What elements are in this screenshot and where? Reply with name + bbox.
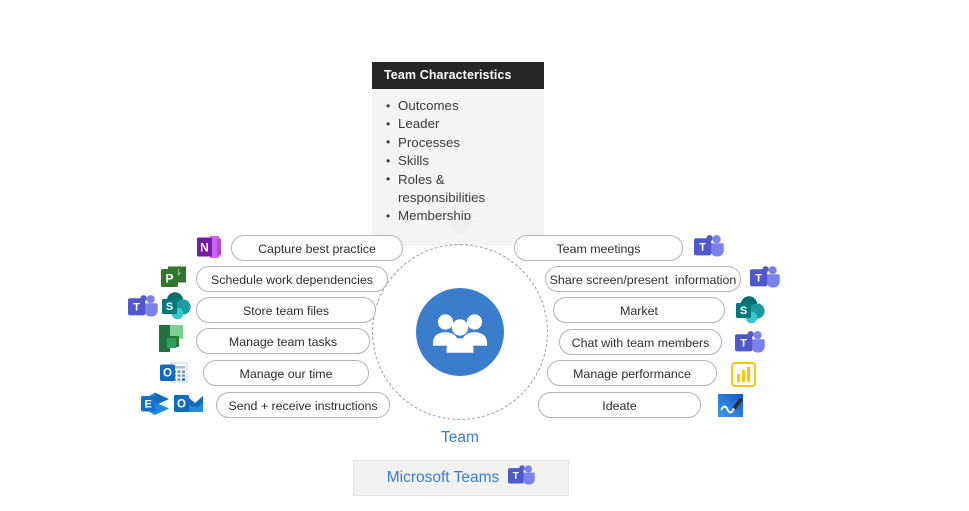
list-item: Roles & responsibilities	[384, 170, 534, 208]
powerbi-icon	[731, 362, 756, 387]
teams-icon: T	[694, 234, 724, 260]
list-item: Processes	[384, 133, 534, 152]
whiteboard-icon	[718, 393, 745, 418]
node-ideate[interactable]: Ideate	[538, 392, 701, 418]
svg-text:T: T	[133, 302, 140, 314]
team-center-badge	[416, 288, 504, 376]
team-characteristics-card: Team Characteristics Outcomes Leader Pro…	[372, 62, 544, 246]
node-capture-best-practice[interactable]: Capture best practice	[231, 235, 403, 261]
list-item: Leader	[384, 115, 534, 134]
svg-text:T: T	[699, 242, 706, 254]
teams-icon: T	[750, 265, 780, 291]
node-chat-with-team-members[interactable]: Chat with team members	[559, 329, 722, 355]
card-pointer-triangle	[443, 220, 477, 236]
node-market[interactable]: Market	[553, 297, 725, 323]
center-team-label: Team	[441, 429, 479, 446]
microsoft-teams-label: Microsoft Teams	[386, 469, 500, 486]
svg-text:T: T	[513, 471, 519, 482]
node-schedule-work-dependencies[interactable]: Schedule work dependencies	[196, 266, 388, 292]
svg-text:O: O	[163, 368, 172, 380]
people-group-icon	[431, 311, 489, 353]
svg-text:N: N	[200, 240, 209, 254]
outlook-calendar-icon: O	[160, 361, 188, 385]
diagram-canvas: Team Characteristics Outcomes Leader Pro…	[0, 0, 969, 511]
sharepoint-icon: S	[736, 296, 766, 324]
svg-text:E: E	[145, 398, 152, 410]
node-team-meetings[interactable]: Team meetings	[514, 235, 683, 261]
exchange-icon: E	[141, 391, 171, 417]
sharepoint-icon: S	[162, 292, 192, 320]
node-share-screen-present[interactable]: Share screen/present information	[545, 266, 741, 292]
node-send-receive-instructions[interactable]: Send + receive instructions	[216, 392, 390, 418]
card-title: Team Characteristics	[372, 62, 544, 89]
onenote-icon: N	[197, 236, 225, 258]
project-icon: P	[161, 266, 187, 290]
node-manage-our-time[interactable]: Manage our time	[203, 360, 369, 386]
svg-text:O: O	[177, 398, 186, 410]
node-manage-team-tasks[interactable]: Manage team tasks	[196, 328, 370, 354]
characteristics-list: Outcomes Leader Processes Skills Roles &…	[384, 96, 534, 226]
svg-text:S: S	[166, 301, 173, 313]
outlook-icon: O	[174, 391, 204, 417]
teams-icon: T	[128, 294, 158, 320]
node-manage-performance[interactable]: Manage performance	[547, 360, 717, 386]
teams-icon: T	[508, 464, 536, 493]
svg-text:T: T	[740, 338, 747, 350]
svg-text:T: T	[755, 273, 762, 285]
svg-text:S: S	[740, 305, 747, 317]
node-store-team-files[interactable]: Store team files	[196, 297, 376, 323]
list-item: Outcomes	[384, 96, 534, 115]
microsoft-teams-bar[interactable]: Microsoft Teams T	[353, 460, 569, 496]
svg-text:P: P	[165, 272, 173, 286]
teams-icon: T	[735, 330, 765, 356]
planner-icon	[159, 325, 186, 352]
list-item: Skills	[384, 152, 534, 171]
